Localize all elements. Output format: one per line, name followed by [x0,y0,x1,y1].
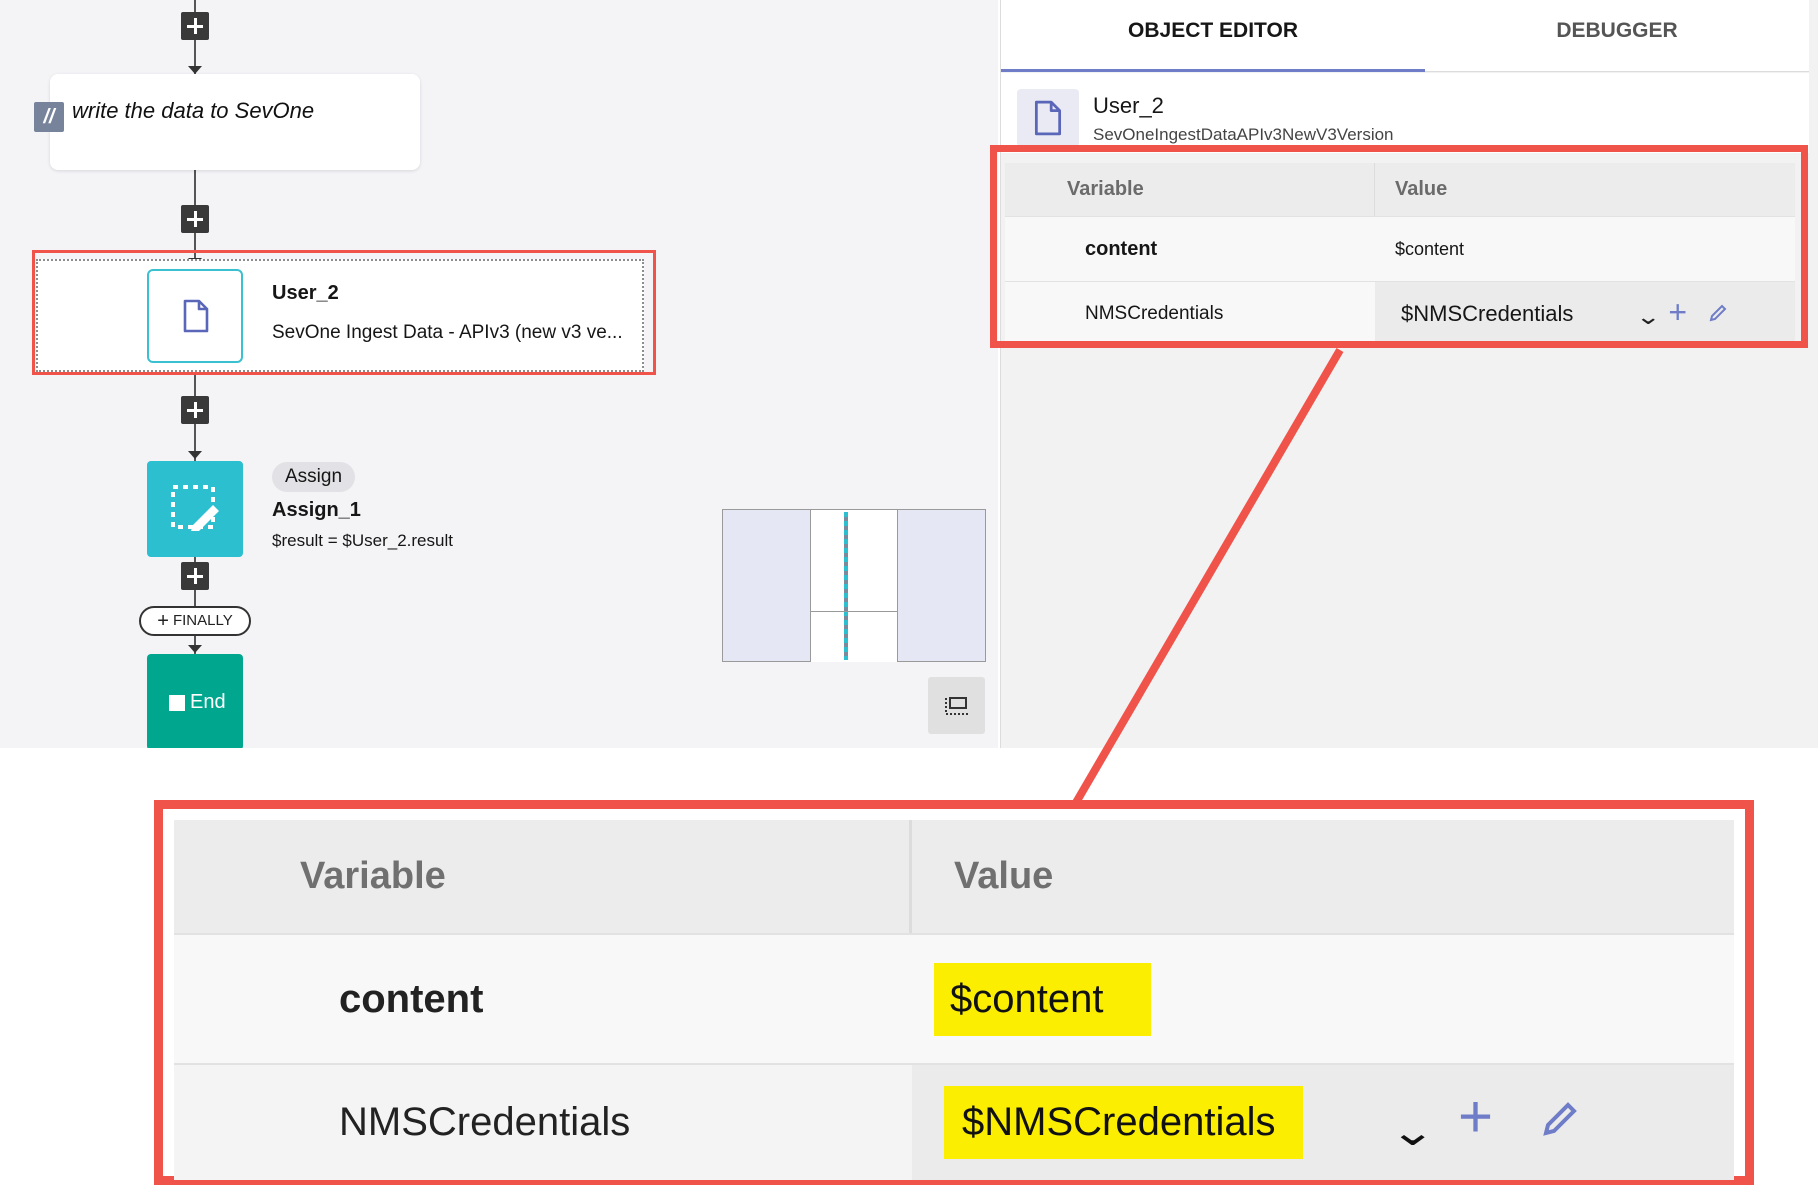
user-node-title: User_2 [272,282,339,304]
selected-node-frame[interactable] [36,259,644,372]
fit-to-screen-button[interactable] [928,677,985,734]
zoomed-variables-table: Variable Value content $content NMSCrede… [174,820,1734,1180]
panel-tabs: OBJECT EDITOR DEBUGGER [1001,0,1809,72]
object-name: User_2 [1093,93,1164,118]
variable-name: NMSCredentials [339,1100,631,1144]
add-step-button[interactable] [181,12,209,40]
assign-node-subtitle: $result = $User_2.result [272,531,453,550]
object-header: User_2 SevOneIngestDataAPIv3NewV3Version [1001,73,1809,153]
properties-panel: OBJECT EDITOR DEBUGGER User_2 SevOneInge… [1000,0,1818,748]
pencil-icon[interactable] [1542,1101,1578,1137]
variable-name: content [339,976,484,1021]
finally-button[interactable]: + FINALLY [139,606,251,636]
minimap[interactable] [722,509,986,662]
add-step-button[interactable] [181,396,209,424]
plus-icon: + [157,610,169,632]
end-node[interactable]: End [147,654,243,748]
add-step-button[interactable] [181,562,209,590]
stop-icon [169,695,185,711]
document-icon [183,299,209,333]
tab-debugger[interactable]: DEBUGGER [1425,0,1809,72]
assign-node-title: Assign_1 [272,499,361,521]
value-cell: $content [912,935,1734,1063]
user-node-subtitle: SevOne Ingest Data - APIv3 (new v3 ve... [272,322,623,343]
highlight-box [990,145,1808,348]
object-type: SevOneIngestDataAPIv3NewV3Version [1093,125,1394,144]
end-label: End [190,691,226,713]
column-header-variable: Variable [174,820,912,933]
chevron-down-icon[interactable]: ⌄ [1389,1109,1436,1155]
value-cell: $NMSCredentials ⌄ + [912,1065,1734,1180]
minimap-viewport[interactable] [810,510,898,662]
highlighted-value: $NMSCredentials [944,1086,1304,1159]
arrow-down-icon [188,451,202,459]
document-icon [1034,100,1062,136]
assign-node[interactable] [147,461,243,557]
column-header-value: Value [954,855,1054,897]
user-node[interactable] [147,269,243,363]
table-row: content $content [174,935,1734,1065]
assign-edit-icon [171,485,219,531]
assign-type-badge: Assign [272,462,356,492]
zoomed-callout: Variable Value content $content NMSCrede… [154,800,1754,1185]
arrow-down-icon [188,645,202,653]
minimap-flow [844,512,848,660]
table-header: Variable Value [174,820,1734,935]
comment-icon: // [34,102,64,132]
tab-object-editor[interactable]: OBJECT EDITOR [1001,0,1425,72]
arrow-down-icon [188,66,202,74]
highlighted-value: $content [934,962,1152,1036]
minimap-divider [811,611,897,612]
plus-icon[interactable]: + [1458,1087,1493,1147]
add-step-button[interactable] [181,205,209,233]
object-icon [1017,89,1079,147]
comment-text: write the data to SevOne [72,98,315,123]
fit-to-screen-icon [945,697,968,715]
table-row: NMSCredentials $NMSCredentials ⌄ + [174,1065,1734,1180]
finally-label: FINALLY [172,612,233,629]
flow-canvas: // write the data to SevOne User_2 SevOn… [0,0,998,748]
